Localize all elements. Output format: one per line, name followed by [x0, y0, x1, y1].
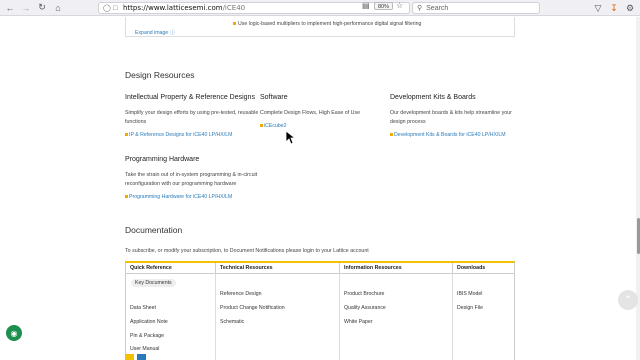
col-header-information-resources: Information Resources	[340, 263, 453, 273]
url-text: https://www.latticesemi.com/iCE40	[123, 4, 246, 12]
design-resources-heading: Design Resources	[125, 70, 195, 80]
lock-icon[interactable]: □	[113, 5, 123, 12]
page-content: Use logic-based multipliers to implement…	[0, 17, 640, 360]
extensions-icon[interactable]: ⚙	[622, 0, 638, 16]
previous-bullet: Use logic-based multipliers to implement…	[233, 21, 421, 27]
devkits-title: Development Kits & Boards	[390, 94, 476, 101]
previous-section-panel	[125, 17, 515, 37]
bullet-icon	[390, 133, 393, 137]
doc-link-application-note[interactable]: Application Note	[130, 319, 168, 325]
back-icon[interactable]: ←	[2, 0, 18, 16]
col-quick-reference: Key Documents Data Sheet Application Not…	[126, 273, 216, 360]
back-to-top-button[interactable]: ⌃	[618, 290, 638, 310]
reload-icon[interactable]: ↻	[34, 0, 50, 16]
search-icon: ⚲	[417, 5, 423, 12]
col-downloads: IBIS Model Design File	[453, 273, 514, 360]
doc-link-ibis-model[interactable]: IBIS Model	[457, 291, 482, 297]
mouse-cursor-icon	[286, 131, 296, 145]
doc-link-design-file[interactable]: Design File	[457, 305, 483, 311]
ip-description: Simplify your design efforts by using pr…	[125, 110, 259, 125]
devkits-description: Our development boards & kits help strea…	[390, 110, 512, 125]
doc-link-schematic[interactable]: Schematic	[220, 319, 244, 325]
chevron-up-icon: ⌃	[623, 294, 633, 306]
table-bottom-controls	[125, 354, 149, 360]
forward-icon[interactable]: →	[18, 0, 34, 16]
documentation-table: Quick Reference Technical Resources Info…	[125, 261, 515, 360]
page-scrollbar[interactable]	[636, 17, 640, 360]
col-header-downloads: Downloads	[457, 265, 486, 271]
programming-link[interactable]: Programming Hardware for iCE40 LP/HX/LM	[125, 194, 232, 200]
col-header-technical-resources: Technical Resources	[216, 263, 340, 273]
bookmark-star-icon[interactable]: ☆	[396, 1, 403, 10]
documentation-heading: Documentation	[125, 225, 183, 235]
download-icon[interactable]: ↧	[606, 0, 622, 16]
doc-link-reference-design[interactable]: Reference Design	[220, 291, 262, 297]
zoom-level[interactable]: 80%	[374, 2, 394, 10]
doc-link-product-brochure[interactable]: Product Brochure	[344, 291, 384, 297]
icecube2-link[interactable]: iCEcube2	[260, 123, 287, 129]
ip-link[interactable]: IP & Reference Designs for iCE40 LP/HX/L…	[125, 132, 232, 138]
home-icon[interactable]: ⌂	[50, 0, 66, 16]
reader-view-icon[interactable]: ▤	[362, 1, 370, 10]
pocket-icon[interactable]: ▽	[590, 0, 606, 16]
toolbar-right-icons: ▽ ↧ ⚙ ≡	[590, 0, 640, 16]
ip-title: Intellectual Property & Reference Design…	[125, 94, 255, 101]
chat-button[interactable]: ◉	[6, 325, 22, 341]
filter-toggle-blue[interactable]	[137, 354, 146, 360]
col-header-quick-reference: Quick Reference	[126, 263, 216, 273]
search-bar[interactable]: ⚲ Search	[412, 2, 540, 14]
bullet-icon	[260, 124, 263, 128]
programming-description: Take the strain out of in-system program…	[125, 172, 258, 187]
software-title: Software	[260, 94, 288, 101]
bullet-icon	[233, 22, 236, 26]
col-information-resources: Product Brochure Quality Assurance White…	[340, 273, 453, 360]
col-technical-resources: Reference Design Product Change Notifica…	[216, 273, 340, 360]
doc-link-data-sheet[interactable]: Data Sheet	[130, 305, 156, 311]
filter-toggle-yellow[interactable]	[125, 354, 134, 360]
doc-link-white-paper[interactable]: White Paper	[344, 319, 373, 325]
doc-link-user-manual[interactable]: User Manual	[130, 346, 159, 352]
bullet-icon	[125, 133, 128, 137]
doc-link-pin-package[interactable]: Pin & Package	[130, 333, 164, 339]
doc-link-quality-assurance[interactable]: Quality Assurance	[344, 305, 386, 311]
doc-link-key-documents[interactable]: Key Documents	[131, 279, 176, 287]
documentation-notice: To subscribe, or modify your subscriptio…	[125, 248, 369, 254]
chat-icon: ◉	[10, 328, 18, 338]
expand-icon: ⓘ	[169, 30, 175, 36]
devkits-link[interactable]: Development Kits & Boards for iCE40 LP/H…	[390, 132, 506, 138]
expand-image-link[interactable]: Expand image ⓘ	[135, 29, 175, 36]
software-description: Complete Design Flows, High Ease of Use	[260, 110, 361, 116]
programming-title: Programming Hardware	[125, 156, 200, 163]
shield-icon[interactable]: ◯	[103, 4, 113, 12]
bullet-icon	[125, 195, 128, 199]
search-placeholder: Search	[426, 4, 449, 12]
doc-link-product-change-notification[interactable]: Product Change Notification	[220, 305, 285, 311]
